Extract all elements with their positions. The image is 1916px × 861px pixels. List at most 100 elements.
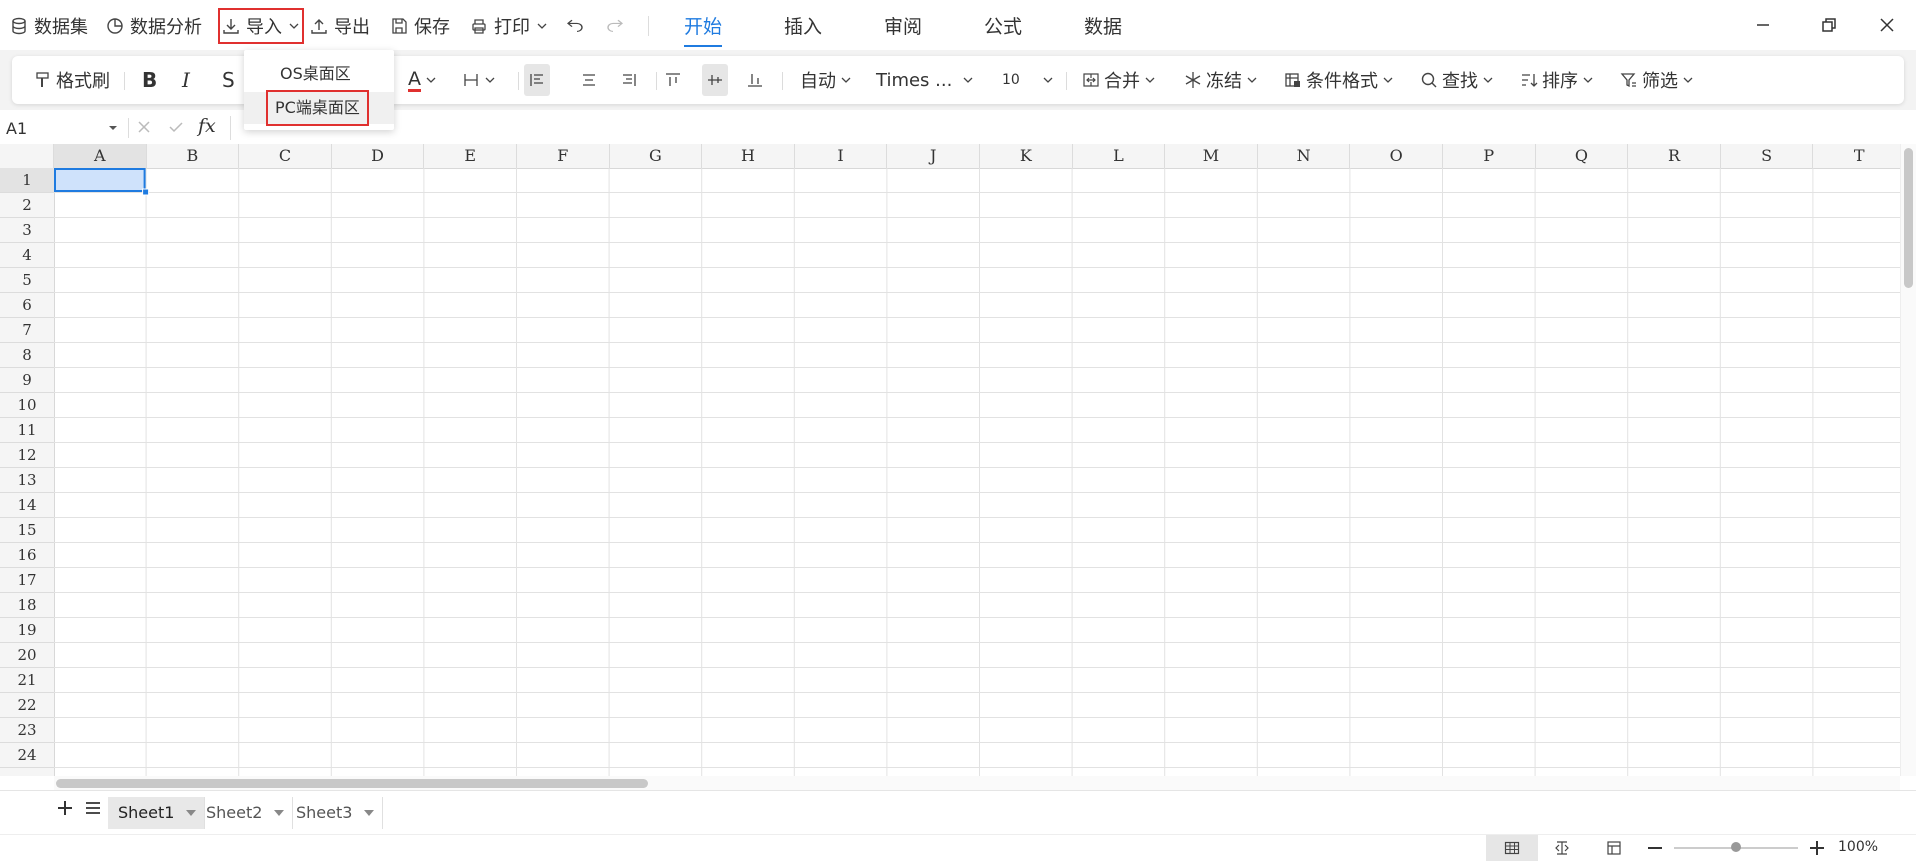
vertical-scrollbar[interactable] [1900,144,1916,776]
select-all-corner[interactable] [0,144,54,168]
row-header-16[interactable]: 16 [0,543,54,568]
undo-button[interactable] [566,10,584,42]
row-header-11[interactable]: 11 [0,418,54,443]
sheet-list-button[interactable] [84,799,102,817]
cell-area[interactable] [54,168,1900,776]
tab-data[interactable]: 数据 [1084,12,1122,39]
tab-review[interactable]: 审阅 [884,12,922,39]
zoom-in-button[interactable] [1808,839,1826,857]
export-button[interactable]: 导出 [310,10,370,42]
row-header-7[interactable]: 7 [0,318,54,343]
vertical-scroll-thumb[interactable] [1904,148,1913,288]
formula-input[interactable] [232,112,1892,144]
column-header-c[interactable]: C [239,144,332,168]
normal-view-button[interactable] [1486,835,1538,861]
column-header-i[interactable]: I [795,144,888,168]
page-break-view-button[interactable] [1554,840,1570,856]
bold-button[interactable]: B [142,64,157,96]
conditional-format-button[interactable]: 条件格式 [1284,64,1394,96]
row-header-21[interactable]: 21 [0,668,54,693]
column-header-l[interactable]: L [1073,144,1166,168]
column-header-j[interactable]: J [887,144,980,168]
add-sheet-button[interactable] [56,799,74,817]
fill-handle[interactable] [142,188,150,196]
insert-function-button[interactable]: fx [198,115,216,137]
column-header-r[interactable]: R [1628,144,1721,168]
column-header-p[interactable]: P [1443,144,1536,168]
font-family-select[interactable]: Times ... [876,64,974,96]
filter-button[interactable]: 筛选 [1620,64,1694,96]
caret-down-icon[interactable] [364,810,375,816]
import-button[interactable]: 导入 [218,8,304,44]
horizontal-scroll-thumb[interactable] [56,779,648,788]
column-header-a[interactable]: A [54,144,147,168]
horizontal-scrollbar[interactable] [54,776,1900,790]
column-header-b[interactable]: B [147,144,240,168]
row-header-3[interactable]: 3 [0,218,54,243]
column-header-k[interactable]: K [980,144,1073,168]
redo-button[interactable] [606,10,624,42]
tab-start[interactable]: 开始 [684,12,723,47]
zoom-slider-thumb[interactable] [1731,842,1741,852]
row-header-8[interactable]: 8 [0,343,54,368]
align-center-button[interactable] [580,64,598,96]
column-header-f[interactable]: F [517,144,610,168]
confirm-formula-button[interactable] [168,119,184,135]
restore-button[interactable] [1814,10,1844,40]
column-header-n[interactable]: N [1258,144,1351,168]
italic-button[interactable]: I [182,64,190,96]
row-header-15[interactable]: 15 [0,518,54,543]
merge-button[interactable]: 合并 [1082,64,1156,96]
data-analysis-button[interactable]: 数据分析 [106,10,202,42]
caret-down-icon[interactable] [186,810,197,816]
sheet-tab-2[interactable]: Sheet2 [196,797,294,829]
border-button[interactable] [462,64,496,96]
caret-down-icon[interactable] [274,810,285,816]
align-bottom-button[interactable] [746,64,764,96]
zoom-slider[interactable] [1674,842,1798,852]
align-middle-button[interactable] [702,64,728,96]
dataset-button[interactable]: 数据集 [10,10,88,42]
zoom-out-button[interactable] [1646,840,1664,856]
row-header-17[interactable]: 17 [0,568,54,593]
column-header-s[interactable]: S [1721,144,1814,168]
column-header-d[interactable]: D [332,144,425,168]
row-header-2[interactable]: 2 [0,193,54,218]
menu-item-pc-desktop[interactable]: PC端桌面区 [244,90,394,126]
row-header-5[interactable]: 5 [0,268,54,293]
align-top-button[interactable] [664,64,682,96]
column-header-e[interactable]: E [424,144,517,168]
tab-insert[interactable]: 插入 [784,12,822,39]
strikethrough-button[interactable]: S [222,64,235,96]
row-header-12[interactable]: 12 [0,443,54,468]
row-header-22[interactable]: 22 [0,693,54,718]
row-header-23[interactable]: 23 [0,718,54,743]
column-header-h[interactable]: H [702,144,795,168]
freeze-button[interactable]: 冻结 [1184,64,1258,96]
column-header-t[interactable]: T [1813,144,1900,168]
font-size-select[interactable]: 10 [1002,64,1054,96]
font-color-button[interactable]: A [408,64,437,96]
row-header-4[interactable]: 4 [0,243,54,268]
sheet-tab-1[interactable]: Sheet1 [108,797,206,829]
print-button[interactable]: 打印 [470,10,548,42]
row-header-1[interactable]: 1 [0,168,54,193]
align-right-button[interactable] [620,64,638,96]
row-header-19[interactable]: 19 [0,618,54,643]
row-header-24[interactable]: 24 [0,743,54,768]
row-header-9[interactable]: 9 [0,368,54,393]
row-header-18[interactable]: 18 [0,593,54,618]
page-layout-view-button[interactable] [1606,840,1622,856]
row-header-13[interactable]: 13 [0,468,54,493]
column-header-m[interactable]: M [1165,144,1258,168]
wrap-select[interactable]: 自动 [800,64,852,96]
close-button[interactable] [1872,10,1902,40]
selected-cell[interactable] [54,168,146,192]
row-header-6[interactable]: 6 [0,293,54,318]
row-header-20[interactable]: 20 [0,643,54,668]
align-left-button[interactable] [524,64,550,96]
row-header-10[interactable]: 10 [0,393,54,418]
column-header-q[interactable]: Q [1536,144,1629,168]
name-box[interactable]: A1 [6,116,118,140]
sheet-tab-3[interactable]: Sheet3 [286,797,384,829]
